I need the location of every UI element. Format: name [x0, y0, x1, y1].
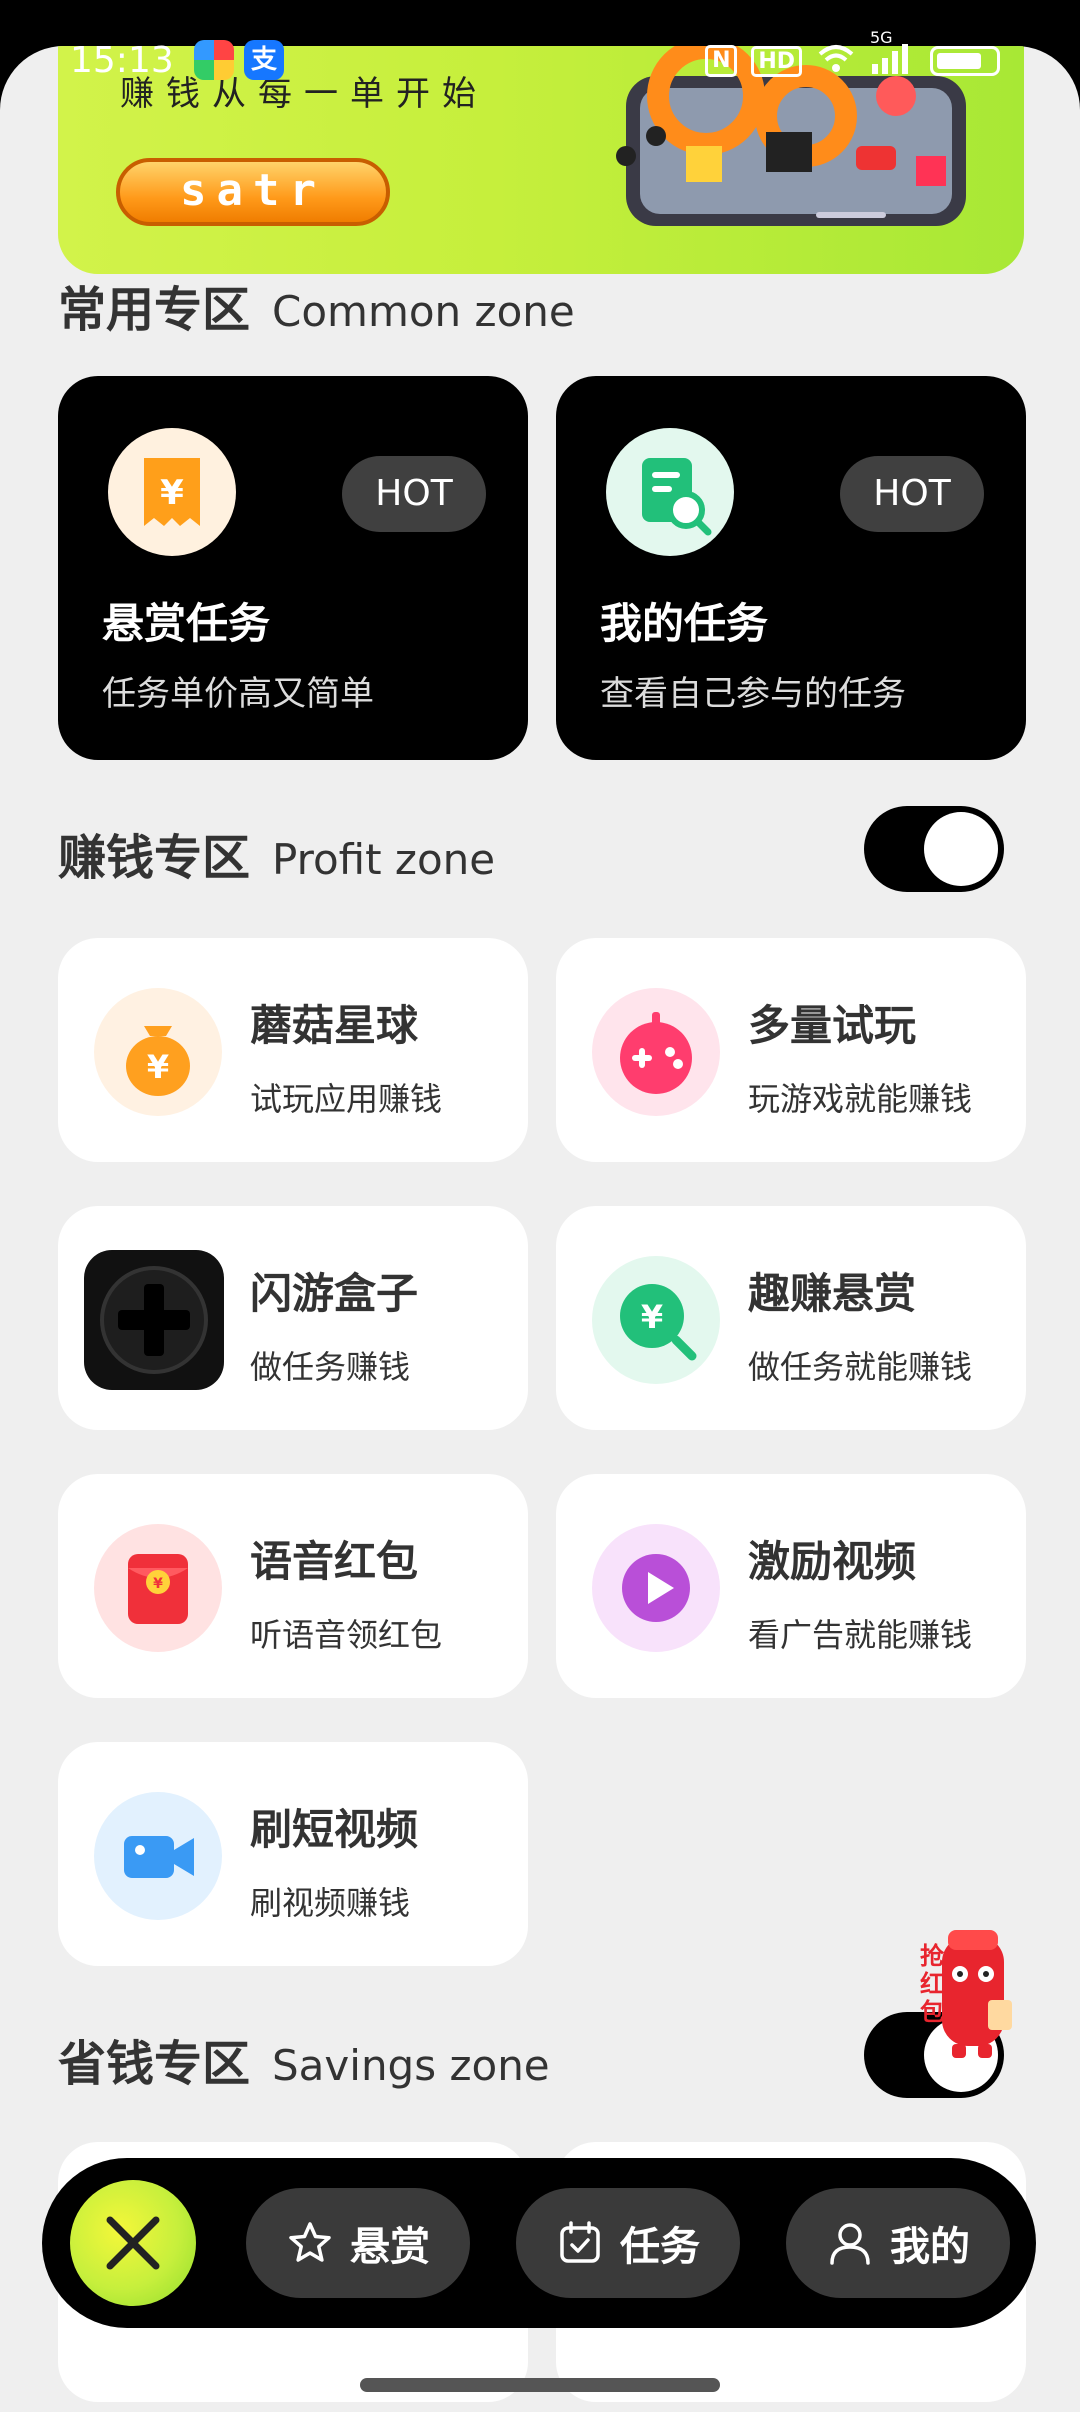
joystick-box-icon: [84, 1250, 224, 1390]
wifi-icon: [816, 42, 856, 80]
banner-start-button[interactable]: satr: [116, 158, 390, 226]
photos-app-icon: [194, 40, 234, 80]
user-icon: [830, 2223, 870, 2265]
star-icon: [289, 2222, 331, 2262]
item-title: 刷短视频: [250, 1805, 419, 1854]
item-title: 多量试玩: [748, 1001, 917, 1050]
card-desc: 任务单价高又简单: [102, 674, 374, 714]
item-title: 蘑菇星球: [250, 1001, 419, 1050]
status-bar: 15:13 支 N HD 5G: [0, 0, 1080, 120]
video-camera-icon: [94, 1792, 222, 1920]
nav-mine-tab[interactable]: 我的: [786, 2188, 1010, 2298]
common-zone-title: 常用专区: [58, 282, 251, 338]
item-desc: 做任务就能赚钱: [748, 1348, 973, 1386]
item-title: 语音红包: [250, 1537, 419, 1586]
item-title: 激励视频: [748, 1537, 917, 1586]
money-bag-icon: ¥: [94, 988, 222, 1116]
red-packet-icon: ¥: [94, 1524, 222, 1652]
duoliang-trial-card[interactable]: 多量试玩 玩游戏就能赚钱: [556, 938, 1026, 1162]
savings-zone-header: 省钱专区 Savings zone: [58, 2024, 550, 2094]
card-desc: 查看自己参与的任务: [600, 674, 906, 714]
item-desc: 做任务赚钱: [250, 1348, 411, 1386]
item-title: 趣赚悬赏: [748, 1269, 917, 1318]
task-search-icon: [606, 428, 734, 556]
voice-redpacket-card[interactable]: ¥ 语音红包 听语音领红包: [58, 1474, 528, 1698]
profit-zone-header: 赚钱专区 Profit zone: [58, 818, 495, 888]
hd-icon: HD: [751, 45, 802, 77]
short-video-card[interactable]: 刷短视频 刷视频赚钱: [58, 1742, 528, 1966]
battery-icon: [930, 46, 1000, 76]
nav-reward-tab[interactable]: 悬赏: [246, 2188, 470, 2298]
common-zone-subtitle: Common zone: [272, 287, 575, 336]
profit-zone-subtitle: Profit zone: [272, 835, 496, 884]
close-icon: [106, 2216, 160, 2270]
yuan-search-icon: ¥: [592, 1256, 720, 1384]
status-time: 15:13: [70, 40, 174, 81]
grab-redpacket-text: 抢红包: [920, 1942, 944, 2026]
svg-text:¥: ¥: [153, 1576, 163, 1592]
nav-label: 我的: [890, 2224, 970, 2270]
grab-redpacket-float[interactable]: 抢红包: [912, 1926, 1028, 2076]
status-icons: N HD 5G: [705, 28, 1000, 80]
svg-text:¥: ¥: [160, 473, 184, 513]
profit-zone-toggle[interactable]: [864, 806, 1004, 892]
incentive-video-card[interactable]: 激励视频 看广告就能赚钱: [556, 1474, 1026, 1698]
close-button[interactable]: [70, 2180, 196, 2306]
svg-text:¥: ¥: [147, 1048, 169, 1086]
reward-task-card[interactable]: ¥ HOT 悬赏任务 任务单价高又简单: [58, 376, 528, 760]
item-desc: 刷视频赚钱: [250, 1884, 411, 1922]
alipay-icon: 支: [244, 40, 284, 80]
mogu-planet-card[interactable]: ¥ 蘑菇星球 试玩应用赚钱: [58, 938, 528, 1162]
nav-task-tab[interactable]: 任务: [516, 2188, 740, 2298]
signal-icon: 5G: [870, 28, 916, 80]
nfc-icon: N: [705, 45, 738, 77]
gamepad-icon: [592, 988, 720, 1116]
reward-receipt-icon: ¥: [108, 428, 236, 556]
bottom-nav: 悬赏 任务 我的: [42, 2158, 1036, 2328]
hot-badge: HOT: [342, 456, 486, 532]
savings-zone-title: 省钱专区: [58, 2036, 251, 2092]
quzhuan-reward-card[interactable]: ¥ 趣赚悬赏 做任务就能赚钱: [556, 1206, 1026, 1430]
hot-badge: HOT: [840, 456, 984, 532]
common-zone-header: 常用专区 Common zone: [58, 270, 575, 340]
nav-label: 悬赏: [350, 2224, 430, 2270]
my-task-card[interactable]: HOT 我的任务 查看自己参与的任务: [556, 376, 1026, 760]
calendar-check-icon: [560, 2221, 600, 2263]
item-desc: 玩游戏就能赚钱: [748, 1080, 973, 1118]
card-title: 悬赏任务: [102, 599, 271, 648]
play-video-icon: [592, 1524, 720, 1652]
item-desc: 听语音领红包: [250, 1616, 443, 1654]
savings-zone-subtitle: Savings zone: [272, 2041, 550, 2090]
network-type: 5G: [870, 28, 893, 47]
item-desc: 试玩应用赚钱: [250, 1080, 443, 1118]
nav-label: 任务: [620, 2224, 700, 2270]
svg-text:¥: ¥: [641, 1298, 663, 1336]
card-title: 我的任务: [600, 599, 769, 648]
profit-zone-title: 赚钱专区: [58, 830, 251, 886]
item-desc: 看广告就能赚钱: [748, 1616, 973, 1654]
shanyou-box-card[interactable]: 闪游盒子 做任务赚钱: [58, 1206, 528, 1430]
item-title: 闪游盒子: [250, 1269, 419, 1318]
home-indicator[interactable]: [360, 2378, 720, 2392]
